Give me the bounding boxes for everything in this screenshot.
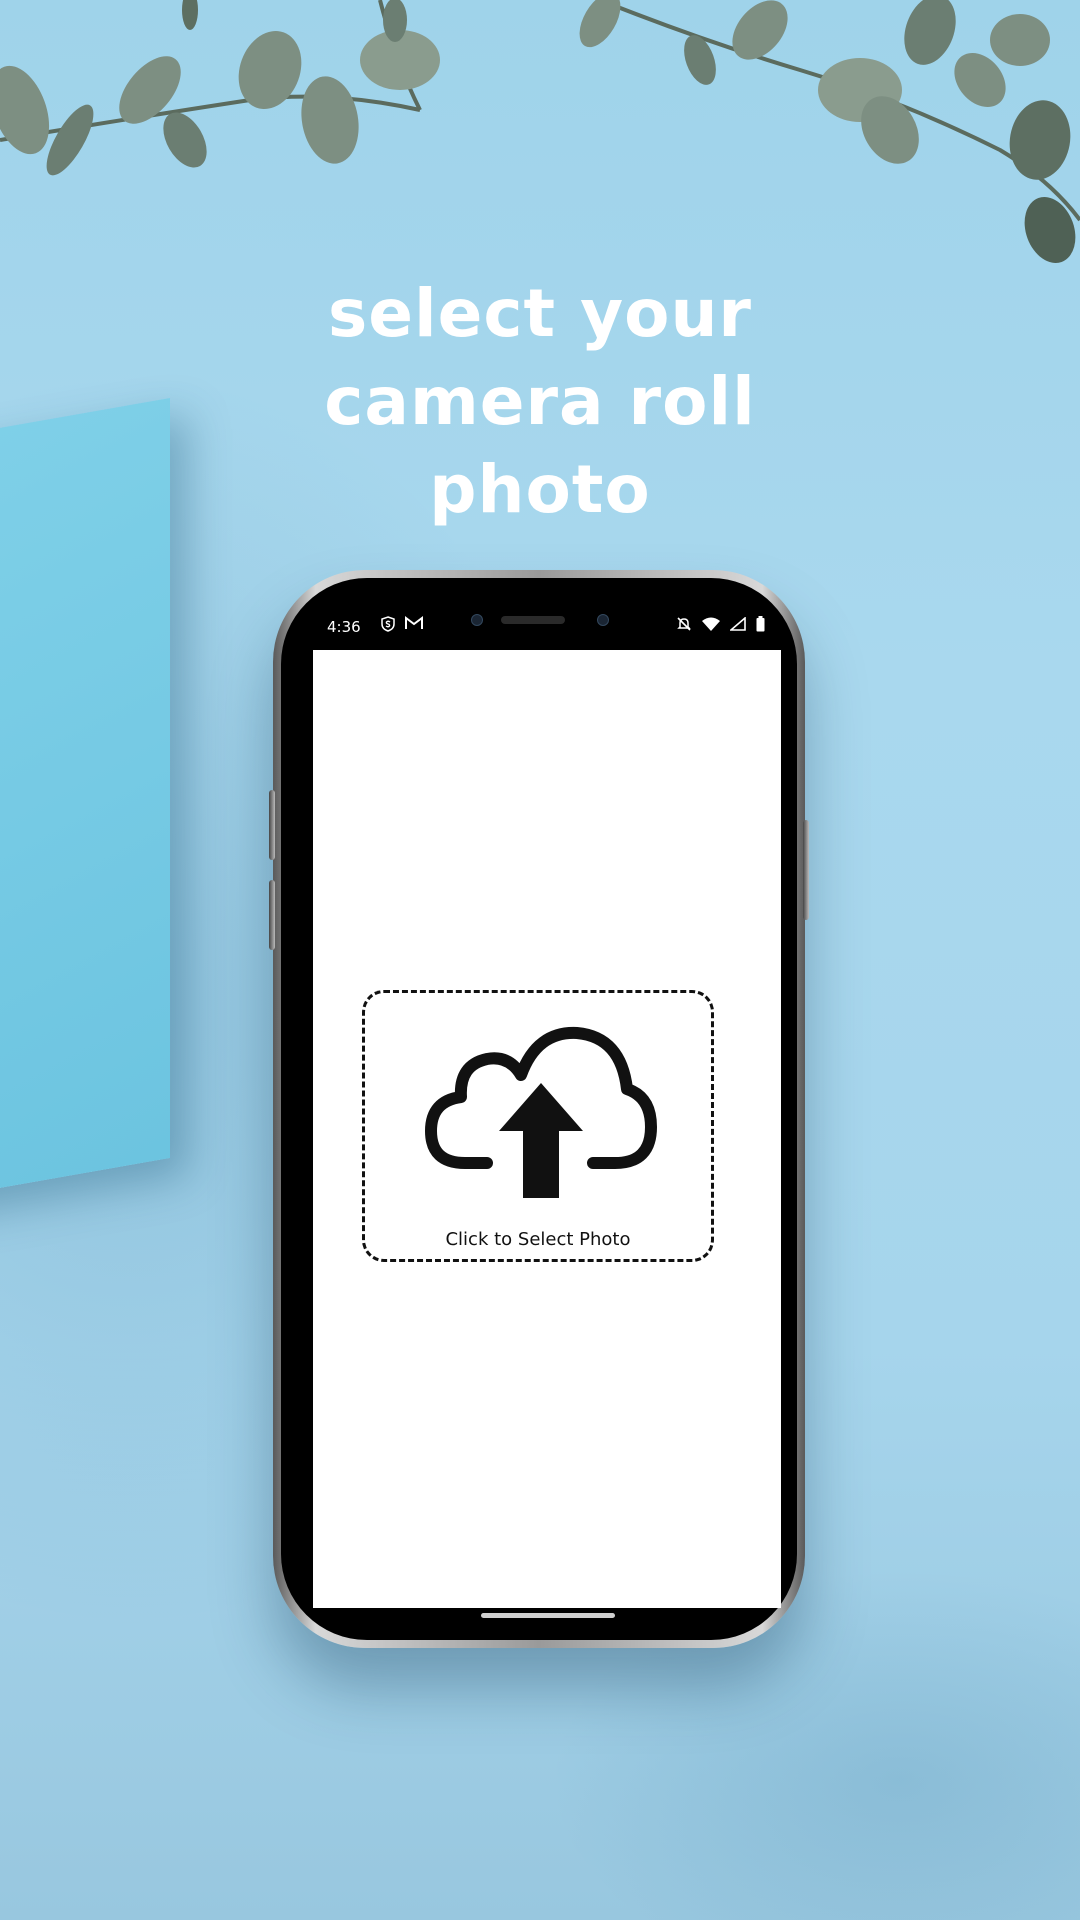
phone-side-button — [803, 820, 809, 920]
status-time: 4:36 — [327, 618, 361, 636]
cloud-upload-icon — [425, 1026, 657, 1198]
wifi-icon — [702, 617, 720, 631]
notifications-off-icon — [677, 617, 691, 631]
select-photo-button[interactable]: Click to Select Photo — [362, 990, 714, 1262]
eucalyptus-branch-decoration — [0, 0, 1080, 263]
status-right-icons — [676, 616, 765, 632]
select-photo-label: Click to Select Photo — [445, 1229, 631, 1250]
home-indicator[interactable] — [481, 1613, 615, 1618]
headline-line-3: photo — [429, 451, 651, 528]
headline-line-2: camera roll — [324, 363, 756, 440]
status-bar: 4:36 — [321, 606, 773, 646]
phone-side-button — [269, 790, 275, 860]
status-left-icons — [381, 616, 423, 632]
paper-card-decoration — [0, 397, 170, 1203]
signal-icon — [730, 617, 746, 631]
gmail-icon — [405, 616, 423, 629]
battery-icon — [756, 616, 765, 632]
headline-line-1: select your — [328, 275, 752, 352]
shield-s-icon — [381, 616, 395, 632]
headline: select your camera roll photo — [240, 270, 840, 534]
phone-side-button — [269, 880, 275, 950]
